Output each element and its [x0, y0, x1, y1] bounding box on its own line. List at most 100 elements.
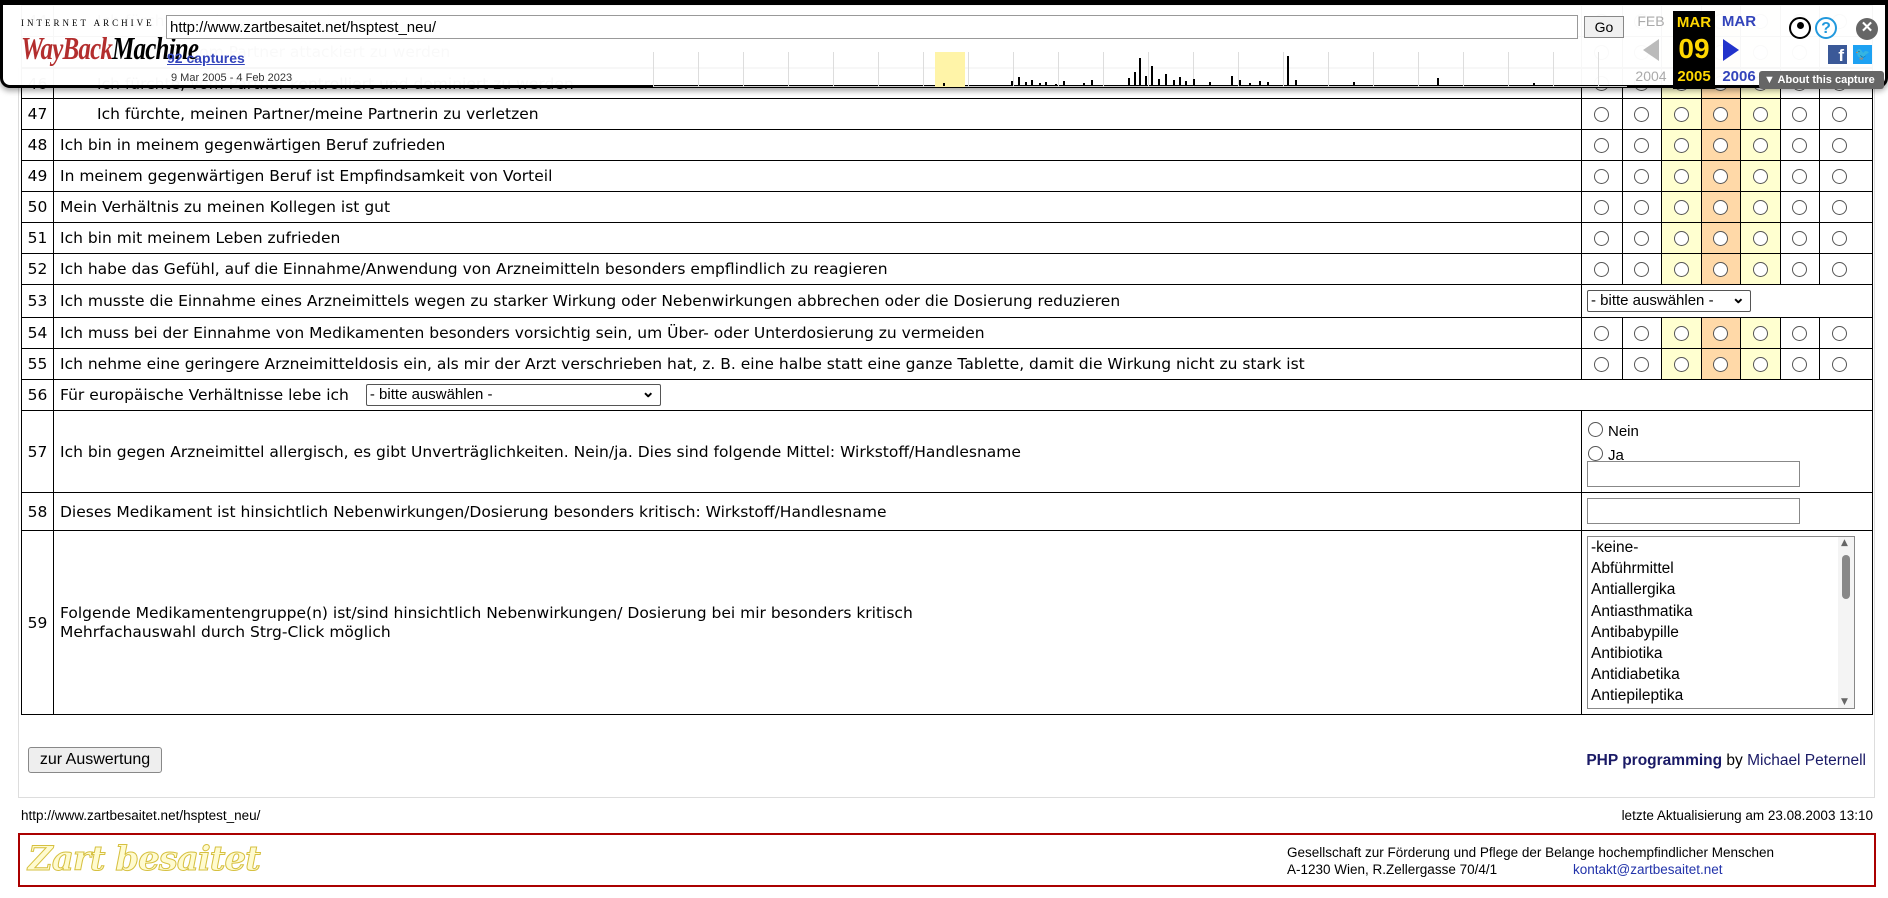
twitter-icon[interactable]: 🐦 [1853, 45, 1872, 64]
capture-sparkline[interactable] [653, 52, 1627, 87]
radio-button[interactable] [1634, 137, 1650, 153]
living-select[interactable]: - bitte auswählen - [365, 382, 661, 406]
radio-button[interactable] [1831, 356, 1847, 372]
user-icon[interactable] [1789, 17, 1811, 39]
listbox-option[interactable]: -keine- [1588, 537, 1854, 558]
radio-button[interactable] [1831, 325, 1847, 341]
radio-button[interactable] [1634, 106, 1650, 122]
listbox-option[interactable]: Antibabypille [1588, 622, 1854, 643]
radio-button[interactable] [1634, 325, 1650, 341]
radio-button[interactable] [1673, 356, 1689, 372]
radio-button[interactable] [1594, 261, 1610, 277]
scroll-thumb[interactable] [1842, 555, 1850, 599]
next-arrow-icon[interactable] [1723, 39, 1739, 61]
radio-button[interactable] [1752, 230, 1768, 246]
prev-arrow-icon[interactable] [1643, 39, 1659, 61]
radio-button[interactable] [1634, 230, 1650, 246]
listbox-option[interactable]: Antiallergika [1588, 579, 1854, 600]
radio-no[interactable] [1588, 422, 1603, 437]
radio-button[interactable] [1792, 325, 1808, 341]
listbox-option[interactable]: Antibiotika [1588, 643, 1854, 664]
radio-button[interactable] [1831, 199, 1847, 215]
radio-button[interactable] [1752, 137, 1768, 153]
radio-button[interactable] [1634, 168, 1650, 184]
radio-button[interactable] [1713, 230, 1729, 246]
prev-month[interactable]: FEB [1631, 13, 1671, 29]
radio-button[interactable] [1792, 356, 1808, 372]
radio-button[interactable] [1634, 199, 1650, 215]
radio-button[interactable] [1831, 230, 1847, 246]
radio-button[interactable] [1594, 106, 1610, 122]
radio-button[interactable] [1792, 230, 1808, 246]
radio-button[interactable] [1831, 106, 1847, 122]
url-input[interactable] [166, 15, 1578, 39]
listbox-option[interactable]: Antidiabetika [1588, 664, 1854, 685]
radio-button[interactable] [1673, 168, 1689, 184]
radio-button[interactable] [1752, 325, 1768, 341]
scroll-down-icon[interactable]: ▼ [1841, 697, 1848, 707]
submit-button[interactable]: zur Auswertung [28, 747, 162, 773]
radio-button[interactable] [1673, 137, 1689, 153]
site-logo[interactable]: Zart besaitet [28, 839, 262, 880]
radio-button[interactable] [1673, 261, 1689, 277]
radio-button[interactable] [1594, 137, 1610, 153]
radio-button[interactable] [1752, 106, 1768, 122]
radio-button[interactable] [1792, 261, 1808, 277]
next-year[interactable]: 2006 [1717, 68, 1761, 85]
scroll-up-icon[interactable]: ▲ [1841, 538, 1848, 548]
radio-button[interactable] [1634, 261, 1650, 277]
listbox-scrollbar[interactable]: ▲ ▼ [1838, 537, 1854, 708]
radio-button[interactable] [1594, 230, 1610, 246]
radio-button[interactable] [1752, 261, 1768, 277]
about-capture-button[interactable]: ▼ About this capture [1759, 71, 1884, 89]
listbox-option[interactable]: Antiasthmatika [1588, 601, 1854, 622]
radio-button[interactable] [1713, 325, 1729, 341]
radio-button[interactable] [1713, 168, 1729, 184]
radio-button[interactable] [1673, 199, 1689, 215]
answer-select[interactable]: - bitte auswählen - [1587, 288, 1751, 312]
radio-button[interactable] [1713, 199, 1729, 215]
allergy-input[interactable] [1587, 461, 1800, 487]
go-button[interactable]: Go [1584, 16, 1624, 38]
close-icon[interactable]: ✕ [1856, 18, 1878, 40]
radio-button[interactable] [1831, 168, 1847, 184]
author-link[interactable]: Michael Peternell [1747, 752, 1866, 769]
radio-button[interactable] [1831, 261, 1847, 277]
radio-button[interactable] [1752, 356, 1768, 372]
radio-button[interactable] [1792, 106, 1808, 122]
radio-button[interactable] [1673, 230, 1689, 246]
radio-button[interactable] [1673, 106, 1689, 122]
radio-button[interactable] [1594, 356, 1610, 372]
radio-button[interactable] [1831, 137, 1847, 153]
radio-button[interactable] [1713, 261, 1729, 277]
medication-group-listbox[interactable]: -keine- Abführmittel Antiallergika Antiasth… [1587, 536, 1855, 709]
radio-button[interactable] [1713, 137, 1729, 153]
radio-button[interactable] [1713, 356, 1729, 372]
radio-button[interactable] [1752, 168, 1768, 184]
radio-button[interactable] [1792, 168, 1808, 184]
facebook-icon[interactable]: f [1828, 45, 1847, 65]
captures-link[interactable]: 92 captures [167, 50, 245, 66]
radio-yes[interactable] [1588, 446, 1603, 461]
row-number: 58 [22, 493, 54, 530]
medication-input[interactable] [1587, 498, 1800, 524]
listbox-option[interactable]: Antiepileptika [1588, 685, 1854, 706]
sparkline-bar [1287, 56, 1289, 86]
listbox-option[interactable]: Abführmittel [1588, 558, 1854, 579]
radio-button[interactable] [1792, 199, 1808, 215]
radio-button[interactable] [1594, 325, 1610, 341]
help-icon[interactable]: ? [1815, 17, 1837, 39]
radio-button[interactable] [1594, 168, 1610, 184]
question-row-55: 55 Ich nehme eine geringere Arzneimitteld… [21, 349, 1873, 380]
radio-button[interactable] [1713, 106, 1729, 122]
radio-button[interactable] [1752, 199, 1768, 215]
radio-button[interactable] [1594, 199, 1610, 215]
radio-button[interactable] [1673, 325, 1689, 341]
prev-year[interactable]: 2004 [1631, 68, 1671, 84]
radio-button[interactable] [1634, 356, 1650, 372]
next-month[interactable]: MAR [1717, 13, 1761, 30]
question-row-51: 51 Ich bin mit meinem Leben zufrieden [21, 223, 1873, 254]
email-link[interactable]: kontakt@zartbesaitet.net [1573, 862, 1723, 877]
option-no[interactable]: Nein [1588, 419, 1639, 440]
radio-button[interactable] [1792, 137, 1808, 153]
